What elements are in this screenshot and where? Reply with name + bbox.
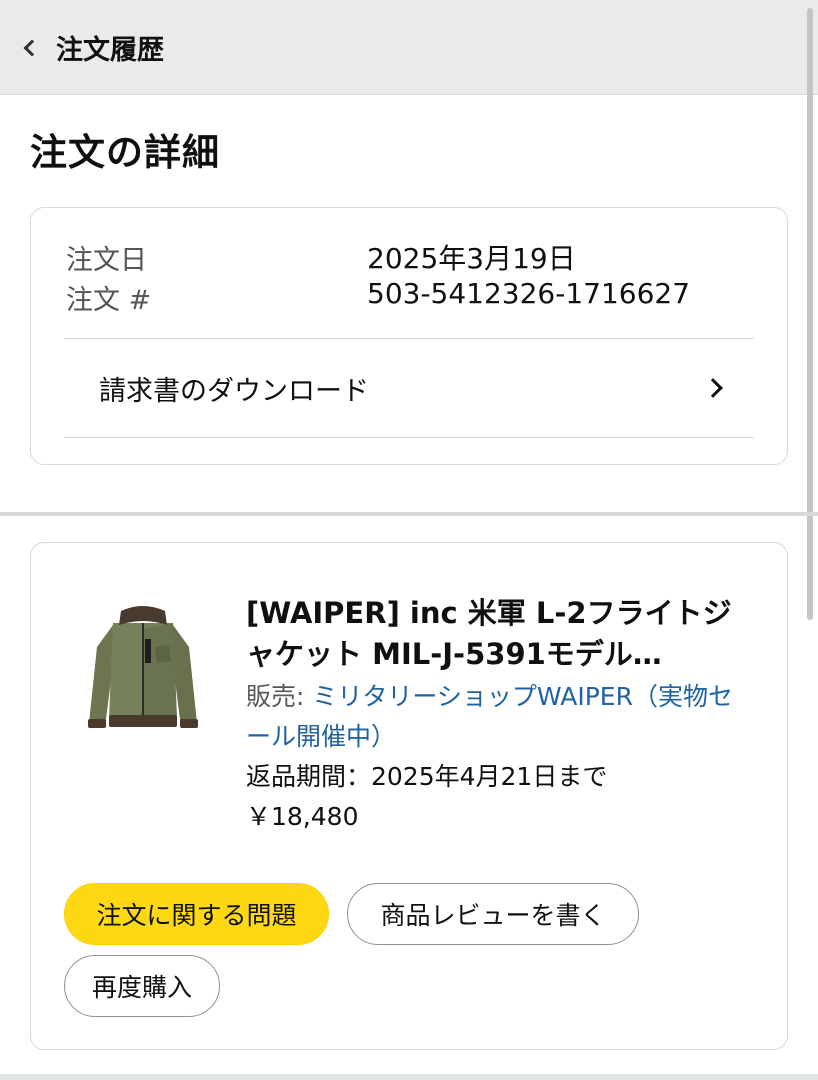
scrollbar[interactable]	[807, 8, 813, 620]
divider	[64, 437, 754, 438]
buy-again-button[interactable]: 再度購入	[64, 955, 220, 1017]
order-problem-button[interactable]: 注文に関する問題	[64, 883, 329, 945]
item-price: ￥18,480	[246, 802, 359, 831]
product-title-link[interactable]: [WAIPER] inc 米軍 L-2フライトジャケット MIL-J-5391モ…	[246, 593, 746, 675]
page-title: 注文の詳細	[30, 131, 220, 174]
seller-link[interactable]: ミリタリーショップWAIPER（実物セール開催中）	[246, 682, 733, 751]
invoice-download-row[interactable]: 請求書のダウンロード	[64, 339, 754, 437]
order-date-label: 注文日	[66, 245, 147, 276]
back-to-order-history-link[interactable]: 注文履歴	[56, 28, 164, 67]
product-image[interactable]	[83, 595, 203, 735]
top-nav-bar: 注文履歴	[0, 0, 818, 95]
chevron-right-icon	[703, 378, 723, 398]
order-item-card: [WAIPER] inc 米軍 L-2フライトジャケット MIL-J-5391モ…	[30, 542, 788, 1050]
order-number-label: 注文 #	[66, 285, 152, 316]
seller-line: 販売: ミリタリーショップWAIPER（実物セール開催中）	[246, 677, 756, 757]
return-window-text: 返品期間：2025年4月21日まで	[246, 762, 608, 791]
seller-prefix: 販売:	[246, 682, 313, 711]
write-review-button[interactable]: 商品レビューを書く	[347, 883, 639, 945]
order-date-value: 2025年3月19日	[367, 242, 576, 275]
section-separator	[0, 1074, 818, 1080]
order-number-value: 503-5412326-1716627	[367, 277, 691, 310]
order-info-card: 注文日 2025年3月19日 注文 # 503-5412326-1716627 …	[30, 207, 788, 465]
invoice-download-label: 請求書のダウンロード	[99, 375, 369, 407]
section-separator	[0, 512, 818, 516]
chevron-left-icon[interactable]	[23, 39, 41, 57]
